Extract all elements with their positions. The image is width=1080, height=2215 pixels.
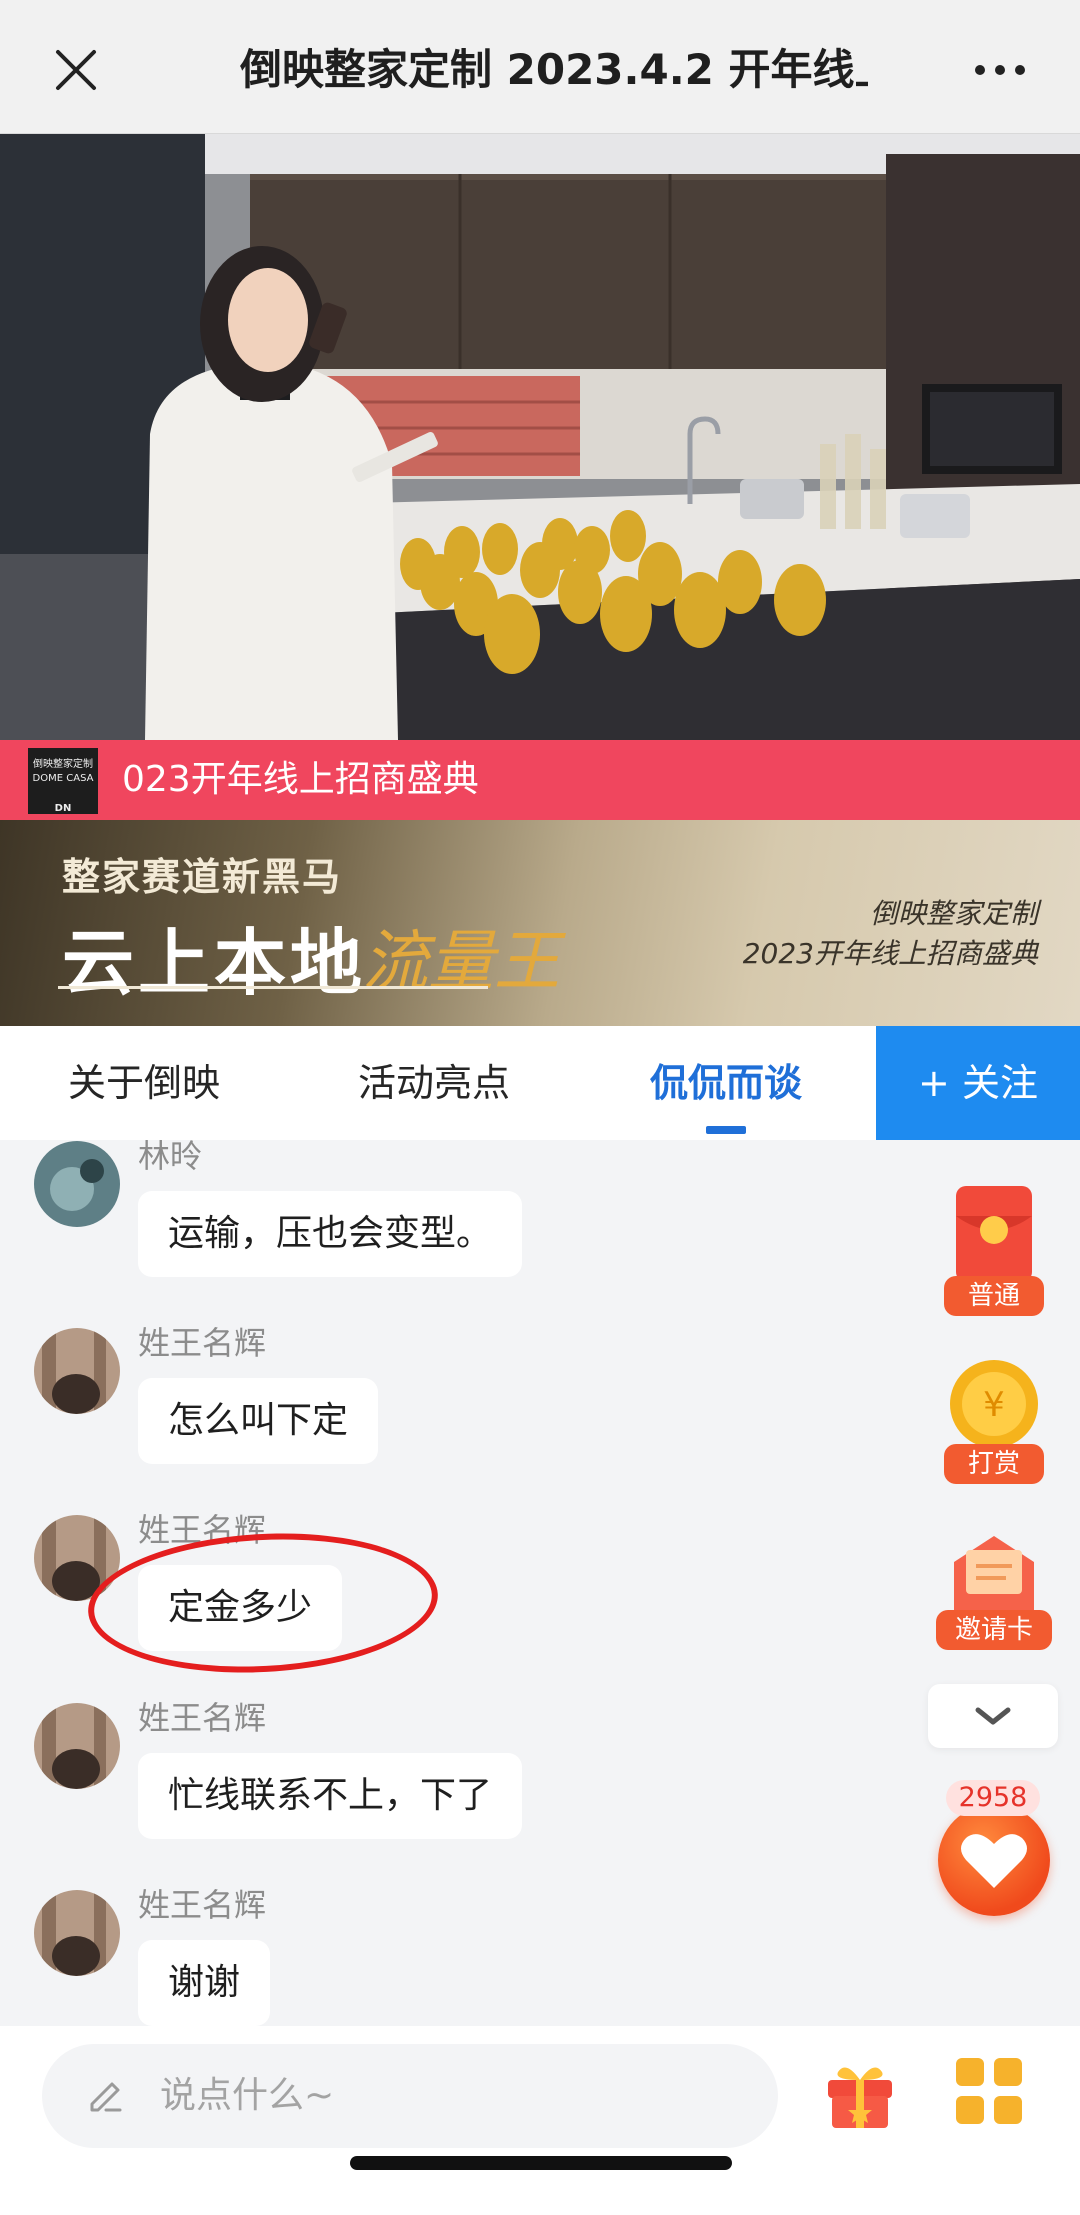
pencil-icon [90, 2082, 122, 2112]
red-packet-label: 普通 [944, 1276, 1044, 1316]
invite-card-widget[interactable]: 邀请卡 [936, 1532, 1052, 1650]
close-icon[interactable] [52, 46, 100, 94]
avatar[interactable] [34, 1703, 120, 1789]
avatar[interactable] [34, 1328, 120, 1414]
promo-event: 2023开年线上招商盛典 [742, 937, 1038, 970]
comment-placeholder: 说点什么~ [160, 2075, 335, 2116]
tab-chat[interactable]: 侃侃而谈 [650, 1026, 802, 1140]
tab-bar: 关于倒映 活动亮点 侃侃而谈 + 关注 [0, 1026, 1080, 1140]
promo-tagline: 整家赛道新黑马 [62, 854, 343, 899]
logo-mark: DN [54, 803, 72, 814]
promo-headline: 云上本地 [62, 920, 367, 1005]
home-indicator[interactable] [350, 2156, 732, 2170]
chat-bubble: 运输，压也会变型。 [138, 1191, 523, 1277]
promo-headline-accent: 流量王 [362, 923, 560, 1000]
chat-bubble: 忙线联系不上，下了 [138, 1753, 523, 1839]
more-horizontal-icon[interactable] [970, 50, 1030, 90]
like-count: 2958 [946, 1780, 1040, 1816]
promo-brand: 倒映整家定制 [869, 897, 1038, 930]
follow-button[interactable]: + 关注 [876, 1026, 1080, 1140]
live-video-frame [0, 134, 1080, 740]
avatar[interactable] [34, 1515, 120, 1601]
logo-text: 倒映整家定制 [33, 759, 93, 770]
svg-text:¥: ¥ [983, 1385, 1005, 1425]
red-packet-widget[interactable]: 普通 [944, 1186, 1044, 1316]
chat-bubble: 定金多少 [138, 1565, 343, 1651]
reward-label: 打赏 [944, 1444, 1044, 1484]
comment-input[interactable]: 说点什么~ [42, 2044, 778, 2148]
active-tab-indicator [706, 1126, 746, 1134]
tab-highlights[interactable]: 活动亮点 [358, 1026, 510, 1140]
bottom-bar: 说点什么~ [0, 2026, 1080, 2215]
chat-username: 姓王名辉 [138, 1699, 267, 1737]
chat-username: 姓王名辉 [138, 1886, 267, 1924]
avatar[interactable] [34, 1890, 120, 1976]
chat-list[interactable]: 林昤 运输，压也会变型。 姓王名辉 怎么叫下定 姓王名辉 定金多少 姓王名辉 忙… [0, 1140, 1080, 2026]
reward-widget[interactable]: ¥ 打赏 [944, 1360, 1044, 1484]
promo-divider [58, 986, 488, 989]
chat-username: 姓王名辉 [138, 1511, 267, 1549]
chat-username: 姓王名辉 [138, 1324, 267, 1362]
tab-about[interactable]: 关于倒映 [68, 1026, 220, 1140]
tab-highlights-label: 活动亮点 [358, 1061, 511, 1105]
promo-banner[interactable]: 整家赛道新黑马 云上本地 流量王 倒映整家定制 2023开年线上招商盛典 [0, 820, 1080, 1026]
tab-about-label: 关于倒映 [68, 1061, 221, 1105]
live-video-player[interactable] [0, 134, 1080, 740]
logo-subtext: DOME CASA [32, 773, 94, 784]
brand-logo: 倒映整家定制 DOME CASA DN [28, 748, 98, 814]
invite-card-label: 邀请卡 [936, 1610, 1052, 1650]
heart-icon [961, 1834, 1027, 1888]
top-bar: 倒映整家定制 2023.4.2 开年线上招商盛典 [0, 0, 1080, 134]
chat-bubble: 谢谢 [138, 1940, 271, 2026]
live-strip-text: 023开年线上招商盛典 [122, 759, 479, 800]
avatar[interactable] [34, 1141, 120, 1227]
gift-icon[interactable] [822, 2056, 898, 2132]
chat-bubble: 怎么叫下定 [138, 1378, 379, 1464]
apps-grid-icon[interactable] [954, 2056, 1024, 2126]
like-button[interactable] [938, 1804, 1050, 1916]
page-title: 倒映整家定制 2023.4.2 开年线上招商盛典 [240, 45, 868, 94]
collapse-button[interactable] [928, 1684, 1058, 1748]
live-title-strip: 倒映整家定制 DOME CASA DN 023开年线上招商盛典 [0, 740, 1080, 820]
tab-chat-label: 侃侃而谈 [650, 1061, 803, 1105]
chat-username: 林昤 [138, 1140, 203, 1175]
chevron-down-icon [975, 1707, 1011, 1725]
